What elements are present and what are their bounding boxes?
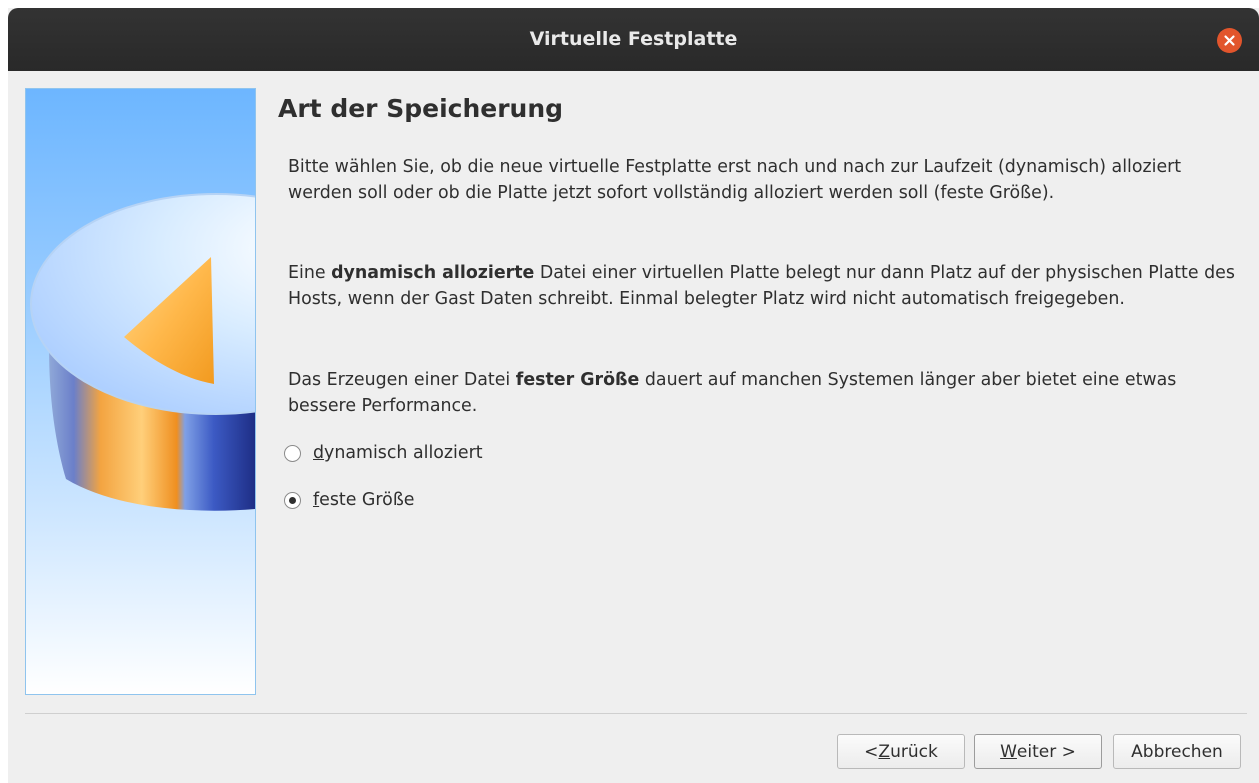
back-label-rest: urück	[890, 741, 938, 762]
mnemonic-z: Z	[878, 741, 891, 762]
window-title: Virtuelle Festplatte	[529, 28, 738, 50]
mnemonic-w: W	[1000, 741, 1017, 762]
paragraph-3-bold-term: fester Größe	[515, 370, 640, 390]
paragraph-3-text-before: Das Erzeugen einer Datei	[288, 370, 516, 390]
label-dynamic-rest: ynamisch alloziert	[324, 443, 483, 463]
radio-dynamic-allocated[interactable]: dynamisch alloziert	[284, 438, 483, 468]
mnemonic-d: d	[313, 443, 325, 463]
next-label-rest: eiter >	[1016, 741, 1076, 762]
label-fixed-rest: este Größe	[319, 490, 415, 510]
description-paragraph-1: Bitte wählen Sie, ob die neue virtuelle …	[288, 157, 1182, 203]
description-paragraph-3: Das Erzeugen einer Datei fester Größe da…	[288, 368, 1238, 419]
next-button[interactable]: Weiter >	[974, 734, 1102, 769]
page-title: Art der Speicherung	[278, 94, 564, 123]
back-button[interactable]: < Zurück	[837, 734, 965, 769]
radio-label-fixed[interactable]: feste Größe	[313, 490, 414, 510]
cancel-button[interactable]: Abbrechen	[1113, 734, 1241, 769]
close-icon	[1224, 35, 1235, 46]
title-bar[interactable]: Virtuelle Festplatte	[8, 8, 1259, 71]
paragraph-2-text-before: Eine	[288, 263, 332, 283]
radio-button-fixed[interactable]	[284, 491, 301, 509]
close-button[interactable]	[1217, 28, 1242, 53]
back-prefix: <	[864, 741, 879, 762]
hard-disk-pie-illustration	[30, 193, 255, 511]
wizard-side-image	[25, 88, 256, 695]
radio-fixed-size[interactable]: feste Größe	[284, 485, 414, 515]
radio-label-dynamic[interactable]: dynamisch alloziert	[313, 443, 483, 463]
paragraph-2-bold-term: dynamisch allozierte	[331, 263, 535, 283]
radio-button-dynamic[interactable]	[284, 444, 301, 462]
description-paragraph-2: Eine dynamisch allozierte Datei einer vi…	[288, 261, 1238, 312]
button-separator	[25, 713, 1247, 714]
dialog-window: Virtuelle Festplatte Art der Speicherung…	[8, 8, 1259, 783]
